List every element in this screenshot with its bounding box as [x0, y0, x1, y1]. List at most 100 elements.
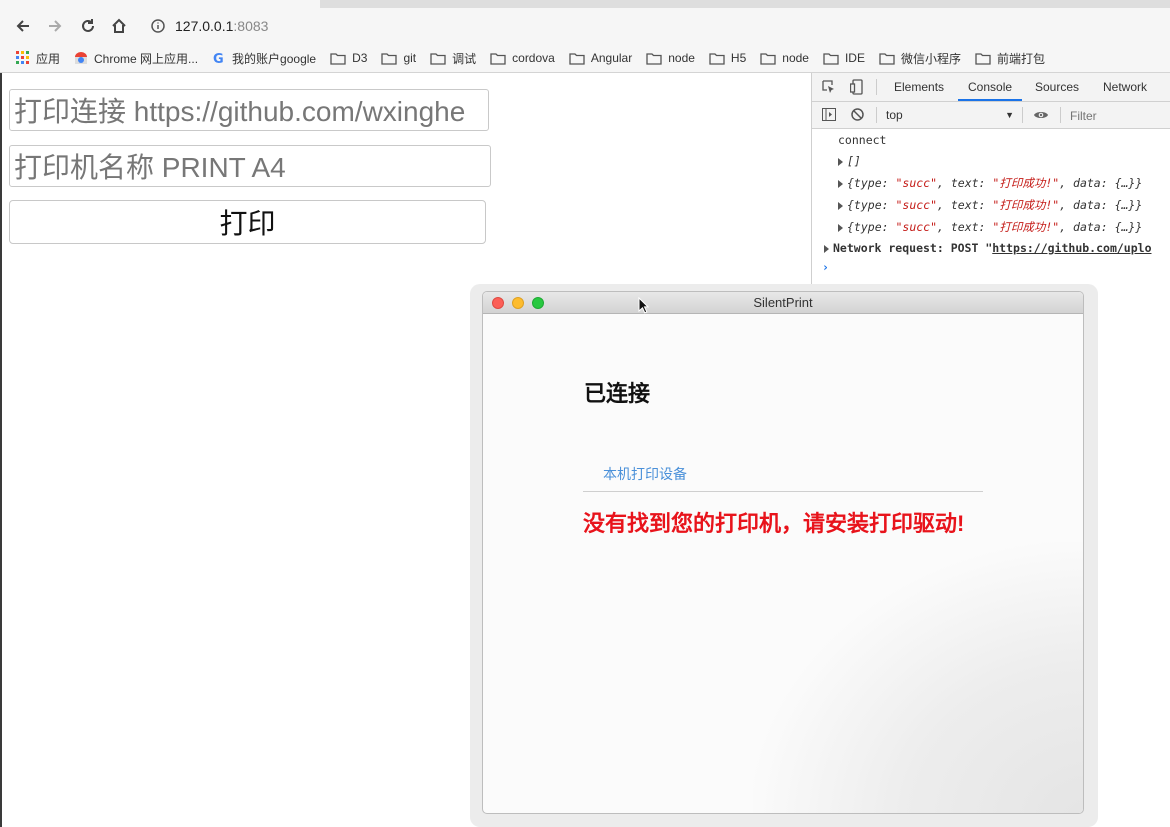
folder-icon: [646, 52, 662, 65]
console-line[interactable]: []: [838, 150, 861, 172]
divider: [1022, 107, 1023, 123]
bookmark-label: H5: [730, 51, 747, 65]
bookmark-folder[interactable]: Angular: [569, 51, 632, 65]
tab-sources[interactable]: Sources: [1035, 73, 1079, 101]
print-button[interactable]: 打印: [9, 200, 486, 244]
tab-elements[interactable]: Elements: [894, 73, 944, 101]
tab-local-printers[interactable]: 本机打印设备: [603, 464, 687, 484]
folder-icon: [709, 52, 725, 65]
sidebar-toggle-icon[interactable]: [822, 108, 836, 124]
mouse-cursor-icon: [638, 296, 650, 319]
devtools-tabs: Elements Console Sources Network: [812, 73, 1170, 102]
console-link[interactable]: https://github.com/uplo: [992, 241, 1151, 255]
expand-triangle-icon: [824, 244, 829, 253]
tab-network[interactable]: Network: [1103, 73, 1147, 101]
bookmark-folder[interactable]: node: [646, 51, 695, 65]
folder-icon: [381, 52, 398, 65]
bookmark-folder[interactable]: git: [381, 51, 416, 65]
bookmark-label: node: [668, 51, 695, 65]
bookmark-folder[interactable]: IDE: [823, 51, 865, 65]
apps-grid-icon: [16, 51, 29, 64]
error-message: 没有找到您的打印机，请安装打印驱动!: [583, 511, 965, 536]
folder-icon: [330, 52, 346, 65]
expand-triangle-icon: [838, 201, 843, 210]
divider: [876, 107, 877, 123]
address-port: :8083: [233, 18, 269, 34]
chrome-store-icon: [75, 52, 88, 64]
folder-icon: [569, 52, 585, 65]
folder-icon: [975, 52, 991, 65]
console-line[interactable]: {type: "succ", text: "打印成功!", data: {…}}: [838, 172, 1142, 194]
bookmark-folder[interactable]: 前端打包: [975, 50, 1045, 67]
bookmark-folder[interactable]: cordova: [490, 51, 555, 65]
bookmark-apps[interactable]: 应用: [16, 50, 60, 67]
console-string: "succ": [895, 220, 938, 234]
console-filter-input[interactable]: [1068, 105, 1168, 127]
expand-triangle-icon: [838, 223, 843, 232]
console-text: , text:: [937, 198, 993, 212]
window-edge: [0, 73, 2, 827]
bookmark-label: IDE: [844, 51, 865, 65]
bookmark-folder[interactable]: D3: [330, 51, 367, 65]
page-curl-decoration: [753, 542, 1083, 813]
tab-console[interactable]: Console: [958, 73, 1023, 101]
reload-icon[interactable]: [76, 14, 100, 38]
inspect-element-icon[interactable]: [822, 80, 836, 97]
clear-console-icon[interactable]: [851, 108, 864, 124]
window-title: SilentPrint: [753, 295, 813, 310]
expand-triangle-icon: [838, 179, 843, 188]
folder-icon: [430, 52, 446, 65]
divider: [583, 491, 983, 492]
forward-arrow-icon[interactable]: [43, 14, 67, 38]
console-text: , data: {…}}: [1059, 198, 1143, 212]
browser-toolbar: 127.0.0.1:8083: [0, 8, 1170, 44]
console-text: , text:: [937, 220, 993, 234]
device-toolbar-icon[interactable]: [849, 79, 864, 98]
home-icon[interactable]: [107, 14, 131, 38]
console-string: "succ": [895, 176, 938, 190]
zoom-icon[interactable]: [532, 297, 544, 309]
address-bar[interactable]: 127.0.0.1:8083: [175, 14, 268, 38]
console-line: connect: [838, 133, 887, 147]
minimize-icon[interactable]: [512, 297, 524, 309]
console-string: "打印成功!": [992, 198, 1060, 212]
divider: [1060, 107, 1061, 123]
console-text: {type:: [847, 220, 896, 234]
bookmark-label: node: [782, 51, 809, 65]
info-icon[interactable]: [148, 14, 168, 38]
active-tab[interactable]: [0, 0, 320, 8]
bookmark-folder[interactable]: 调试: [430, 50, 476, 67]
tab-strip: [0, 0, 1170, 8]
bookmark-label: 微信小程序: [900, 51, 961, 66]
console-prompt-icon[interactable]: ›: [822, 256, 829, 278]
bookmark-label: 应用: [36, 51, 61, 66]
print-url-input[interactable]: [9, 89, 489, 131]
folder-icon: [823, 52, 839, 65]
printer-name-input[interactable]: [9, 145, 491, 187]
eye-icon[interactable]: [1033, 109, 1049, 124]
bookmark-label: git: [403, 51, 417, 65]
console-string: "打印成功!": [992, 220, 1060, 234]
folder-icon: [879, 52, 895, 65]
bookmarks-bar: 应用 Chrome 网上应用... G 我的账户google D3 git 调试…: [0, 44, 1170, 73]
bookmark-chrome-store[interactable]: Chrome 网上应用...: [74, 50, 198, 67]
window-titlebar[interactable]: SilentPrint: [483, 292, 1083, 314]
bookmark-label: 调试: [452, 51, 477, 66]
bookmark-folder[interactable]: 微信小程序: [879, 50, 961, 67]
dropdown-arrow-icon: ▼: [1005, 110, 1014, 120]
context-select[interactable]: top ▼: [882, 102, 1018, 128]
folder-icon: [490, 52, 506, 65]
bookmark-label: 前端打包: [997, 51, 1046, 66]
console-text: , data: {…}}: [1059, 220, 1143, 234]
back-arrow-icon[interactable]: [11, 14, 35, 38]
bookmark-folder[interactable]: H5: [709, 51, 746, 65]
console-line[interactable]: {type: "succ", text: "打印成功!", data: {…}}: [838, 216, 1142, 238]
console-line[interactable]: Network request: POST "https://github.co…: [824, 237, 1152, 259]
silentprint-window: SilentPrint 已连接 本机打印设备 没有找到您的打印机，请安装打印驱动…: [482, 291, 1084, 814]
close-icon[interactable]: [492, 297, 504, 309]
bookmark-google[interactable]: G 我的账户google: [212, 50, 316, 67]
bookmark-folder[interactable]: node: [760, 51, 809, 65]
console-text: {type:: [847, 198, 896, 212]
bookmark-label: Chrome 网上应用...: [94, 51, 199, 66]
console-line[interactable]: {type: "succ", text: "打印成功!", data: {…}}: [838, 194, 1142, 216]
